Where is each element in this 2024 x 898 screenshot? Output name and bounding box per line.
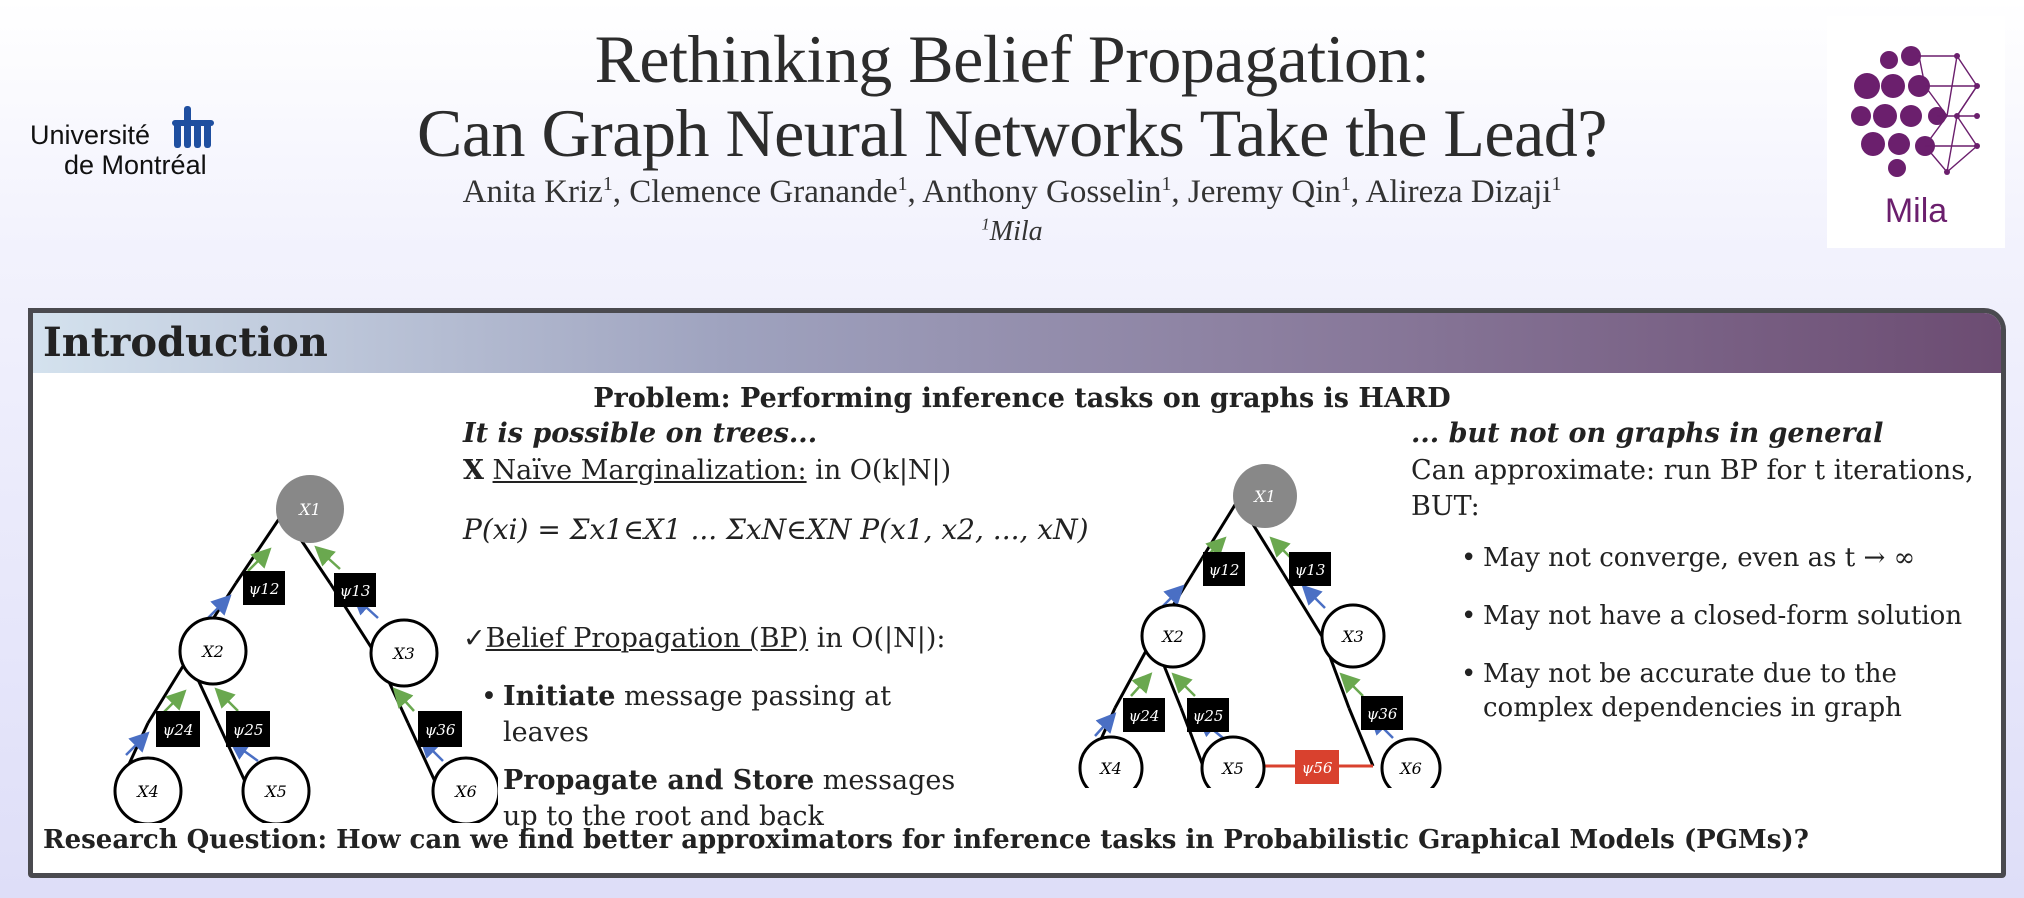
factor-label: ψ12	[1209, 561, 1240, 579]
section-title: Introduction	[43, 319, 328, 366]
author: Alireza Dizaji	[1365, 174, 1552, 210]
belief-propagation: ✓Belief Propagation (BP) in O(|N|):	[463, 623, 946, 654]
mila-network-icon	[1851, 46, 1980, 177]
marginal-formula: P(xi) = Σx1∈X1 ... ΣxN∈XN P(x1, x2, ...,…	[463, 513, 1089, 546]
factor-label: ψ24	[1129, 707, 1160, 725]
factor-label: ψ25	[1193, 707, 1224, 725]
list-item: • May not be accurate due to the complex …	[1461, 659, 1902, 723]
poster-title-line1: Rethinking Belief Propagation:	[594, 21, 1430, 97]
author: Anthony Gosselin	[922, 174, 1162, 210]
udem-emblem-icon	[172, 106, 214, 148]
node-label: X6	[1398, 759, 1422, 778]
factor-label: ψ25	[233, 721, 264, 739]
node-label: X5	[1220, 759, 1244, 778]
introduction-panel: Introduction Problem: Performing inferen…	[28, 308, 2006, 878]
author-list: Anita Kriz1, Clemence Granande1, Anthony…	[462, 173, 1562, 210]
affiliation: 1Mila	[981, 214, 1043, 247]
factor-label: ψ36	[1367, 705, 1398, 723]
approximate-text: Can approximate: run BP for t iterations…	[1411, 455, 1974, 522]
trees-heading: It is possible on trees...	[463, 418, 818, 449]
factor-label: ψ36	[425, 721, 456, 739]
tree-diagram-left: X1 ψ12 ψ13 ψ24 ψ25 ψ36 X2 X3 X4 X5 X6	[113, 475, 498, 823]
node-label: X4	[1098, 759, 1122, 778]
general-graphs-heading: ... but not on graphs in general	[1411, 418, 1884, 449]
factor-label: ψ12	[249, 580, 280, 598]
node-label: X2	[1160, 627, 1184, 646]
factor-label: ψ56	[1302, 759, 1333, 777]
node-label: X2	[200, 642, 224, 661]
loopy-graph-diagram: X1 ψ12 ψ13 ψ24 ψ25 ψ36 ψ56 X2 X3 X4 X5 X…	[1078, 464, 1442, 788]
factor-label: ψ13	[340, 582, 371, 600]
node-label: X5	[263, 782, 287, 801]
author: Jeremy Qin	[1187, 174, 1341, 210]
factor-label: ψ13	[1295, 561, 1326, 579]
list-item: • May not have a closed-form solution	[1461, 601, 1963, 631]
section-header: Introduction	[33, 313, 2001, 373]
node-label: X1	[1252, 487, 1276, 506]
factor-label: ψ24	[163, 721, 194, 739]
list-item: • May not converge, even as t → ∞	[1461, 543, 1916, 573]
mila-logo: Mila	[1827, 16, 2005, 248]
author: Clemence Granande	[629, 174, 898, 210]
udem-logo: Université de Montréal	[30, 100, 220, 180]
naive-marginalization: X Naïve Marginalization: in O(k|N|)	[463, 455, 952, 486]
node-label: X6	[453, 782, 477, 801]
poster-title-line2: Can Graph Neural Networks Take the Lead?	[417, 95, 1607, 171]
node-label: X3	[1340, 627, 1364, 646]
node-label: X4	[135, 782, 159, 801]
node-label: X3	[391, 644, 415, 663]
author: Anita Kriz	[462, 174, 603, 210]
node-label: X1	[297, 500, 321, 519]
list-item: • Initiate message passing at leaves	[481, 681, 892, 748]
problem-statement: Problem: Performing inference tasks on g…	[593, 383, 1451, 414]
research-question: Research Question: How can we find bette…	[43, 825, 1809, 855]
